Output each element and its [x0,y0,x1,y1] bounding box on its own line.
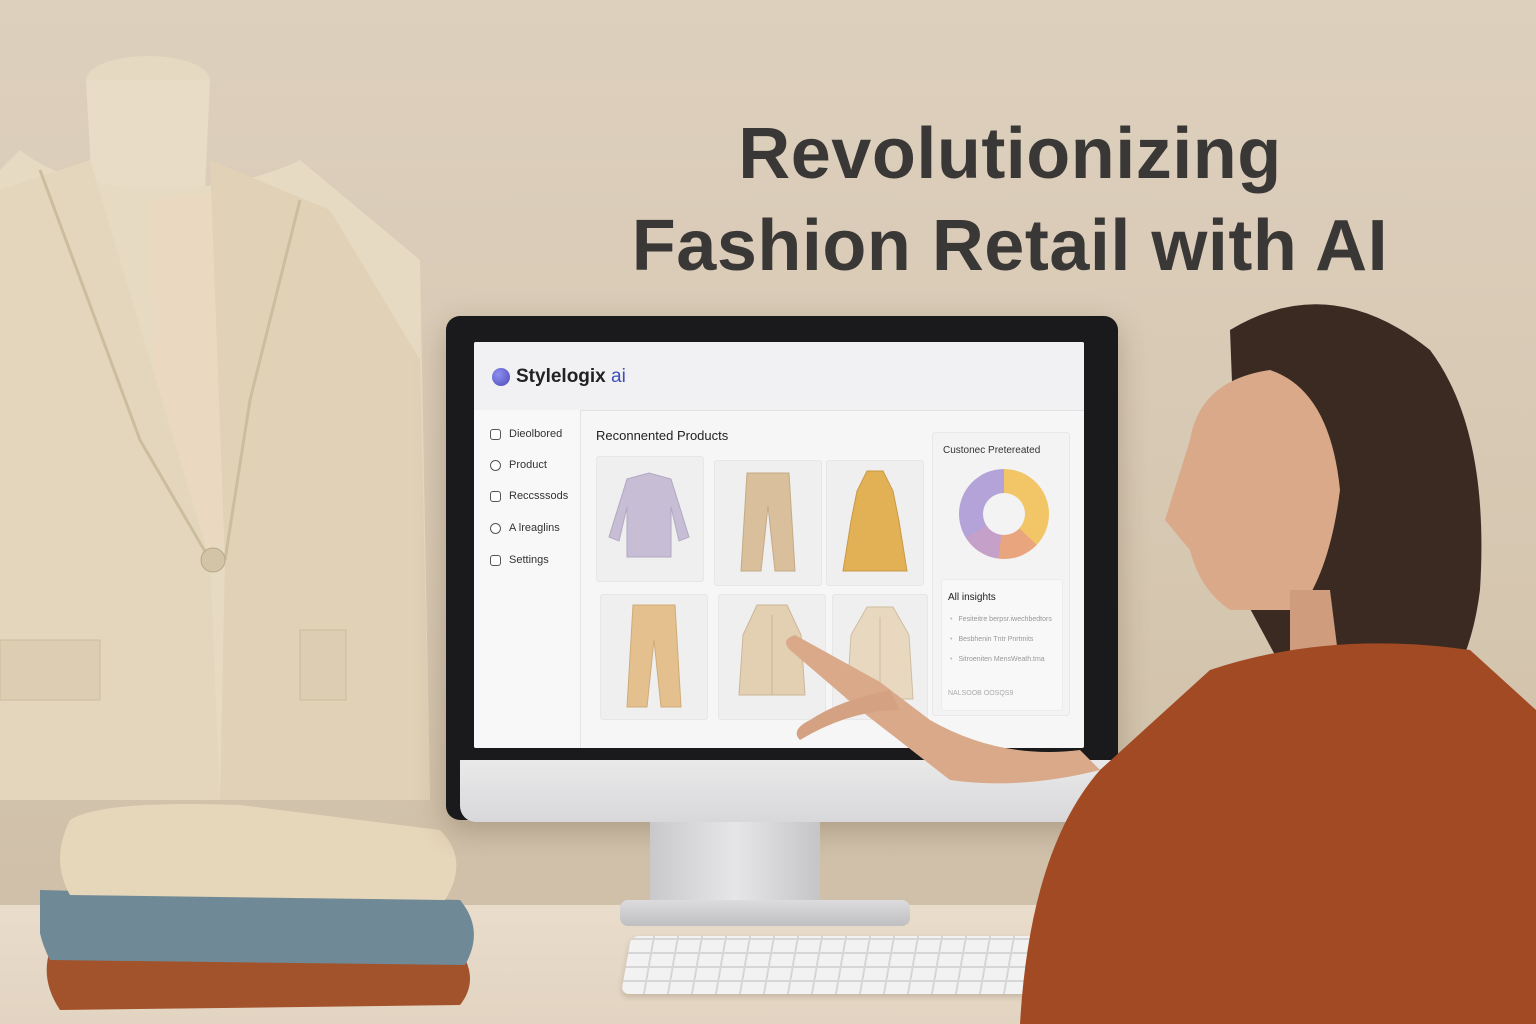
sidebar-item-records[interactable]: Reccsssods [490,490,568,502]
records-icon [490,490,501,502]
woman-figure [786,304,1536,1024]
headline: Revolutionizing Fashion Retail with AI [560,108,1460,292]
product-icon [490,459,501,471]
sidebar-item-label: Product [509,459,547,471]
mannequin-blazer [0,56,430,800]
sweater-image [608,472,690,558]
sidebar-item-dashboard[interactable]: Dieolbored [490,428,562,440]
product-card[interactable] [596,456,704,582]
logo-text: Stylelogix ai [516,366,626,387]
sidebar-item-label: Dieolbored [509,428,563,440]
sidebar-item-label: A lreaglins [509,522,560,534]
photo-scene: Revolutionizing Fashion Retail with AI S… [0,0,1536,1024]
product-card[interactable] [600,594,708,720]
analytics-icon [490,522,501,534]
sidebar-item-label: Reccsssods [509,490,569,502]
settings-icon [490,554,501,566]
dashboard-icon [490,428,501,440]
sidebar-item-settings[interactable]: Settings [490,554,549,566]
section-title: Reconnented Products [596,428,729,443]
trousers-image [626,604,682,708]
folded-clothes-stack [40,804,474,1010]
sidebar-item-analytics[interactable]: A lreaglins [490,522,560,534]
headline-line-2: Fashion Retail with AI [631,206,1389,286]
logo-icon [492,368,510,386]
sidebar: Dieolbored Product Reccsssods A lreaglin… [474,410,581,748]
app-logo[interactable]: Stylelogix ai [492,366,626,388]
sidebar-item-label: Settings [509,554,549,566]
headline-line-1: Revolutionizing [738,114,1282,194]
sidebar-item-product[interactable]: Product [490,459,547,471]
